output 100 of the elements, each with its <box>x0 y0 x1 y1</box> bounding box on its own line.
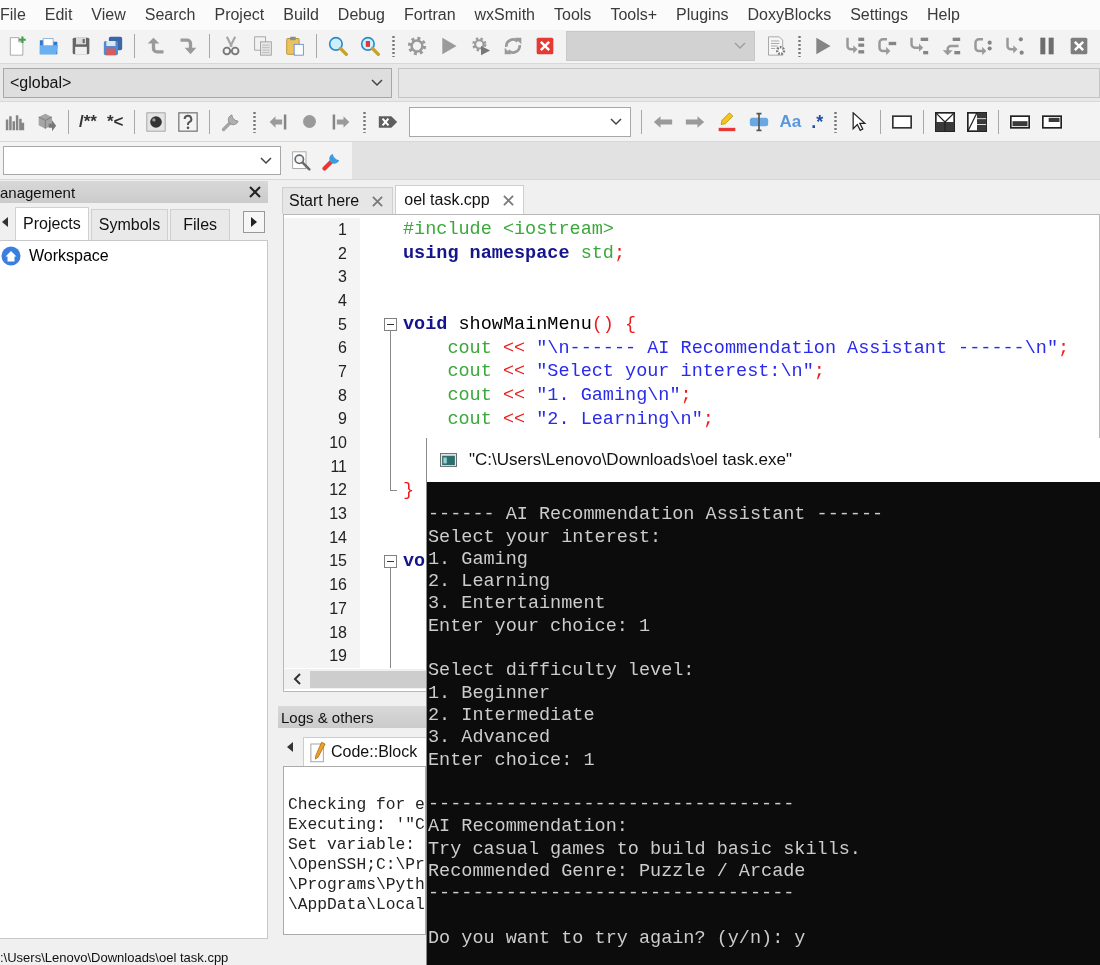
menu-item[interactable]: View <box>91 6 126 24</box>
console-line: Enter choice: 1 <box>428 749 596 772</box>
gear-play-icon[interactable] <box>471 35 491 56</box>
curved-arrow-bar-icon[interactable] <box>877 35 897 56</box>
status-text: :\Users\Lenovo\Downloads\oel task.cpp <box>0 950 229 965</box>
menu-item[interactable]: Tools <box>554 6 592 24</box>
arrow-bars-icon[interactable] <box>941 35 961 56</box>
fold-toggle-icon[interactable] <box>384 318 397 332</box>
chevron-left-icon[interactable] <box>293 673 301 686</box>
console-line: 3. Entertainment <box>428 593 607 616</box>
dropdown-field[interactable] <box>398 67 1100 98</box>
refresh-icon[interactable] <box>503 35 523 56</box>
menu-item[interactable]: Plugins <box>676 6 729 24</box>
play-icon[interactable] <box>813 35 833 56</box>
wrench-icon[interactable] <box>220 111 241 132</box>
menu-item[interactable]: Tools+ <box>610 6 658 24</box>
clipboard-icon[interactable] <box>285 35 305 56</box>
dot-icon[interactable] <box>302 115 316 128</box>
line-number: 3 <box>338 268 347 287</box>
menu-item[interactable]: wxSmith <box>474 6 535 24</box>
cube-arrow-icon[interactable] <box>37 111 57 132</box>
new-file-icon[interactable] <box>7 35 27 56</box>
scissors-icon[interactable] <box>221 35 241 56</box>
magnifier-mark-icon[interactable] <box>360 35 380 56</box>
console-line: 1. Gaming <box>428 548 529 572</box>
comment-button[interactable]: /** <box>79 109 97 134</box>
text-cursor-icon[interactable] <box>748 111 769 132</box>
menu-item[interactable]: Fortran <box>404 6 456 24</box>
comment-button[interactable]: *< <box>106 109 124 134</box>
arrow-bars-icon[interactable] <box>909 35 929 56</box>
console-line: 2. Learning <box>428 571 552 594</box>
menu-item[interactable]: DoxyBlocks <box>747 6 832 24</box>
gear-icon[interactable] <box>407 35 427 56</box>
scrollbar-thumb[interactable] <box>310 670 426 688</box>
code-line: using namespace std; <box>403 243 626 265</box>
highlighter-icon[interactable] <box>716 111 737 132</box>
line-number: 18 <box>329 623 347 642</box>
curved-arrow-dots-icon[interactable] <box>973 35 993 56</box>
console-line: --------------------------------- <box>428 883 796 906</box>
undo-icon[interactable] <box>146 35 166 56</box>
line-number: 1 <box>338 220 347 239</box>
console-line: AI Recommendation: <box>428 816 629 839</box>
tab[interactable]: Files <box>170 209 231 240</box>
console-line: Try casual games to build basic skills. <box>428 838 862 862</box>
pause-icon[interactable] <box>1037 35 1057 56</box>
menu-item[interactable]: Edit <box>44 6 73 24</box>
menu-item[interactable]: Project <box>214 6 265 24</box>
log-line: Set variable: <box>288 835 416 855</box>
tab[interactable]: Projects <box>15 207 89 240</box>
regex-button[interactable]: .* <box>811 109 824 134</box>
x-box-icon[interactable] <box>535 35 555 56</box>
console-line: Recommended Genre: Puzzle / Arcade <box>428 861 807 884</box>
line-number: 5 <box>338 315 347 334</box>
tree-item[interactable]: Workspace <box>29 247 109 265</box>
menu-item[interactable]: Debug <box>337 6 385 24</box>
floppy-disks-icon[interactable] <box>103 35 123 56</box>
triangle-left-icon[interactable] <box>2 216 8 227</box>
search-field[interactable] <box>408 106 631 137</box>
arrow-bars-icon[interactable] <box>845 35 865 56</box>
tab-scroll-button[interactable] <box>243 210 265 233</box>
menu-item[interactable]: Help <box>926 6 960 24</box>
fold-toggle-icon[interactable] <box>384 554 397 568</box>
square-diagonal-icon[interactable] <box>967 111 988 132</box>
line-number: 15 <box>329 552 347 571</box>
menu-item[interactable]: File <box>0 6 26 24</box>
search-icon[interactable] <box>328 35 348 56</box>
chevron-down-icon <box>609 117 622 126</box>
log-tab[interactable]: Code::Block <box>303 737 426 766</box>
console-line: Do you want to try again? (y/n): y <box>428 927 807 951</box>
line-number: 6 <box>338 339 347 358</box>
log-line: Executing: '"C <box>288 815 425 835</box>
line-number: 9 <box>338 410 347 429</box>
folder-icon[interactable] <box>39 35 59 56</box>
menu-item[interactable]: Settings <box>850 6 908 24</box>
magnifier-page-icon[interactable] <box>291 150 311 171</box>
log-line: \Programs\Pyth <box>288 875 425 895</box>
help-icon[interactable] <box>177 111 198 132</box>
search-dropdown[interactable] <box>3 146 281 175</box>
code-line: cout << "\n------ AI Recommendation Assistant ------\n"; <box>447 337 1070 359</box>
console-line: 2. Intermediate <box>428 704 596 728</box>
panel-title: Logs & others <box>281 708 374 726</box>
tab[interactable]: Symbols <box>90 209 169 240</box>
editor-tab[interactable]: oel task.cpp <box>395 185 524 214</box>
menu-item[interactable]: Search <box>144 6 196 24</box>
editor-tab[interactable]: Start here <box>282 187 394 214</box>
line-number: 10 <box>329 434 347 453</box>
chevron-down-icon <box>734 41 746 50</box>
menu-item[interactable]: Build <box>283 6 319 24</box>
document-gear-icon[interactable] <box>766 35 786 56</box>
triangle-left-icon[interactable] <box>287 742 293 752</box>
copy-icon[interactable] <box>253 35 273 56</box>
x-box-icon[interactable] <box>1069 35 1089 56</box>
arrow-dots-icon[interactable] <box>1005 35 1025 56</box>
close-icon[interactable] <box>249 186 261 198</box>
square-triangles-icon[interactable] <box>935 111 956 132</box>
scope-dropdown[interactable]: <global> <box>3 67 392 98</box>
log-line: Checking for e <box>288 795 425 815</box>
play-icon[interactable] <box>439 35 459 56</box>
console-line: Select difficulty level: <box>428 660 696 683</box>
code-line: void showMainMenu() { <box>403 314 637 336</box>
